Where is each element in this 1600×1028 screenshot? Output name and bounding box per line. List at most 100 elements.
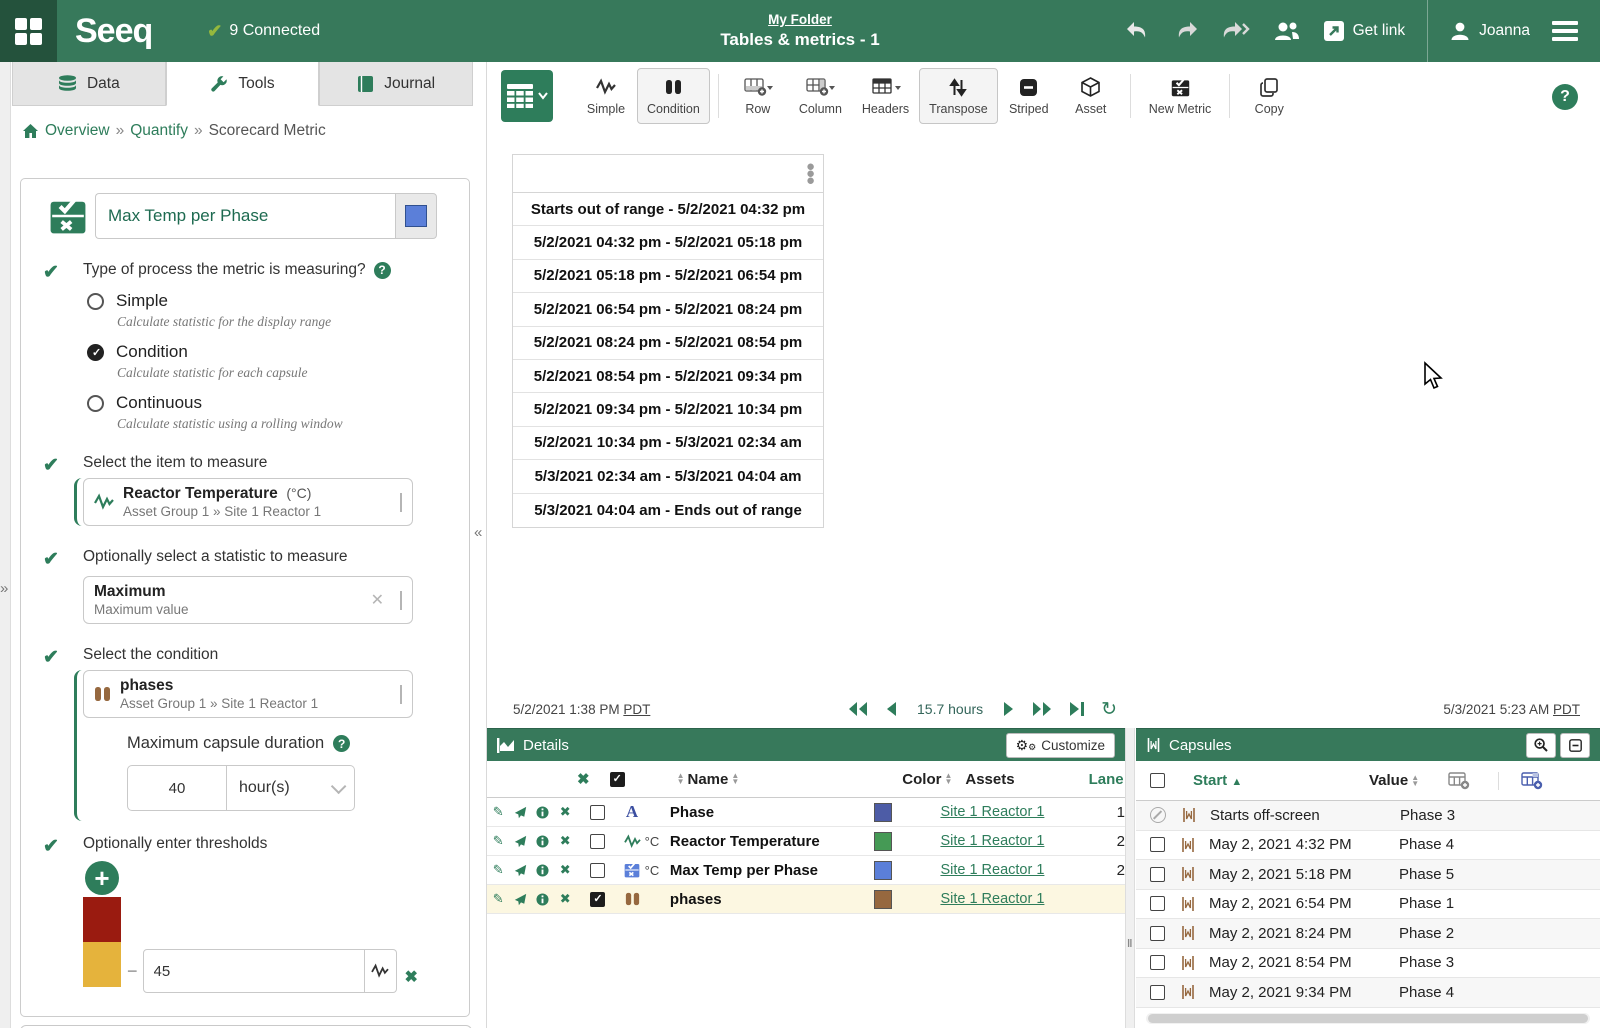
toolbar-button-striped[interactable]: Striped [998,68,1060,124]
edit-icon[interactable]: ✎ [487,862,509,878]
clear-icon[interactable]: ✕ [371,590,384,610]
table-row[interactable]: Starts out of range - 5/2/2021 04:32 pm [513,193,823,226]
select-all-checkbox[interactable] [610,772,625,787]
capsules-col-start[interactable]: Start ▲ [1193,772,1323,789]
sort-icon[interactable]: ▲▼ [731,773,739,785]
range-start[interactable]: 5/2/2021 1:38 PM PDT [513,702,650,717]
metric-type-option-simple[interactable]: Simple Calculate statistic for the displ… [87,291,459,330]
metric-type-option-condition[interactable]: Condition Calculate statistic for each c… [87,342,459,381]
collapse-panel-button[interactable] [1560,733,1590,758]
item-to-measure-dropdown[interactable]: Reactor Temperature (°C) Asset Group 1 »… [83,478,413,526]
table-row[interactable]: 5/3/2021 02:34 am - 5/3/2021 04:04 am [513,460,823,493]
toolbar-button-copy[interactable]: Copy [1238,68,1300,124]
customize-button[interactable]: ⚙⚙ Customize [1006,733,1115,758]
metric-type-option-continuous[interactable]: Continuous Calculate statistic using a r… [87,393,459,432]
edit-icon[interactable]: ✎ [487,804,509,820]
home-icon[interactable] [22,123,39,139]
zoom-capsule-button[interactable] [1526,733,1556,758]
capsule-checkbox[interactable] [1150,985,1165,1000]
capsule-row-may-2-2021-4-32-pm[interactable]: May 2, 2021 4:32 PM Phase 4 [1136,831,1600,861]
info-icon[interactable] [532,835,554,848]
trend-icon[interactable] [509,806,531,819]
row-checkbox[interactable] [590,805,605,820]
toolbar-button-column[interactable]: Column [789,68,852,124]
details-row-reactor-temperature[interactable]: ✎ ✖ °C Reactor Temperature Site 1 Reacto… [487,827,1125,856]
asset-link[interactable]: Site 1 Reactor 1 [940,862,1086,878]
info-icon[interactable] [532,806,554,819]
threshold-color-yellow[interactable] [83,942,121,987]
step-forward-button[interactable] [1003,701,1015,717]
capsule-row-may-2-2021-8-24-pm[interactable]: May 2, 2021 8:24 PM Phase 2 [1136,919,1600,949]
details-col-color[interactable]: Color [902,771,941,788]
capsule-checkbox[interactable] [1150,955,1165,970]
connected-status[interactable]: ✔ 9 Connected [207,21,320,42]
sort-icon[interactable]: ▲▼ [1411,775,1419,787]
expand-rail-chevron[interactable]: » [0,580,8,597]
duration-value-input[interactable] [127,765,227,811]
step-forward-much-button[interactable] [1031,701,1053,717]
trend-icon[interactable] [509,893,531,906]
sort-icon[interactable]: ▲▼ [677,773,685,785]
condition-dropdown[interactable]: phases Asset Group 1 » Site 1 Reactor 1 [83,670,413,718]
toolbar-button-row[interactable]: Row [727,68,789,124]
breadcrumb-overview[interactable]: Overview [45,122,110,140]
asset-link[interactable]: Site 1 Reactor 1 [940,891,1086,907]
add-column-icon[interactable] [1448,772,1470,790]
sidebar-tab-data[interactable]: Data [12,62,166,106]
redo-button[interactable] [1173,17,1201,45]
edit-icon[interactable]: ✎ [487,891,509,907]
range-duration[interactable]: 15.7 hours [917,701,983,717]
table-row[interactable]: 5/2/2021 09:34 pm - 5/2/2021 10:34 pm [513,393,823,426]
capsule-row-may-2-2021-5-18-pm[interactable]: May 2, 2021 5:18 PM Phase 5 [1136,860,1600,890]
table-row[interactable]: 5/2/2021 10:34 pm - 5/3/2021 02:34 am [513,427,823,460]
toolbar-button-new-metric[interactable]: New Metric [1139,68,1222,124]
details-col-lane[interactable]: Lane [1089,771,1124,788]
table-row[interactable]: 5/2/2021 06:54 pm - 5/2/2021 08:24 pm [513,293,823,326]
remove-icon[interactable]: ✖ [554,833,576,849]
select-all-capsules-checkbox[interactable] [1150,773,1165,788]
sidebar-tab-journal[interactable]: Journal [319,62,473,106]
color-swatch[interactable] [874,861,893,880]
threshold-color-red[interactable] [83,897,121,942]
kebab-menu-icon[interactable]: ●●● [806,163,815,184]
remove-all-icon[interactable]: ✖ [577,770,590,788]
toolbar-button-condition[interactable]: Condition [637,68,710,124]
capsule-checkbox[interactable] [1150,867,1165,882]
remove-icon[interactable]: ✖ [554,862,576,878]
capsule-checkbox[interactable] [1150,896,1165,911]
threshold-value-input[interactable] [143,949,365,993]
info-icon[interactable] [532,864,554,877]
toolbar-button-headers[interactable]: Headers [852,68,919,124]
table-row[interactable]: 5/2/2021 08:54 pm - 5/2/2021 09:34 pm [513,360,823,393]
details-col-assets[interactable]: Assets [965,771,1014,788]
asset-link[interactable]: Site 1 Reactor 1 [940,833,1086,849]
user-menu[interactable]: Joanna [1450,21,1530,41]
step-to-end-button[interactable] [1069,701,1085,717]
get-link-button[interactable]: Get link [1323,20,1406,42]
threshold-signal-button[interactable] [365,949,397,993]
step-back-much-button[interactable] [847,701,869,717]
panel-splitter[interactable]: ‖ [1125,728,1135,1028]
refresh-icon[interactable]: ↻ [1101,698,1117,721]
trend-icon[interactable] [509,835,531,848]
table-row[interactable]: 5/2/2021 04:32 pm - 5/2/2021 05:18 pm [513,226,823,259]
metric-name-input[interactable] [95,193,395,239]
metric-color-button[interactable] [395,193,437,239]
info-icon[interactable] [532,893,554,906]
scrollbar-thumb[interactable] [1148,1014,1588,1023]
details-row-phase[interactable]: ✎ ✖ A Phase Site 1 Reactor 1 1 [487,798,1125,827]
folder-breadcrumb-link[interactable]: My Folder [768,12,832,27]
hamburger-menu-button[interactable] [1552,21,1578,41]
sidebar-tab-tools[interactable]: Tools [166,62,320,106]
undo-button[interactable] [1123,17,1151,45]
radio-icon[interactable] [87,395,104,412]
horizontal-scrollbar[interactable] [1146,1013,1590,1024]
table-row[interactable]: 5/2/2021 05:18 pm - 5/2/2021 06:54 pm [513,260,823,293]
capsule-row-may-2-2021-6-54-pm[interactable]: May 2, 2021 6:54 PM Phase 1 [1136,890,1600,920]
duration-unit-select[interactable]: hour(s) [227,765,355,811]
table-row[interactable]: 5/2/2021 08:24 pm - 5/2/2021 08:54 pm [513,327,823,360]
toolbar-button-simple[interactable]: Simple [575,68,637,124]
edit-icon[interactable]: ✎ [487,833,509,849]
capsule-checkbox[interactable] [1150,837,1165,852]
table-view-button[interactable] [501,70,553,122]
